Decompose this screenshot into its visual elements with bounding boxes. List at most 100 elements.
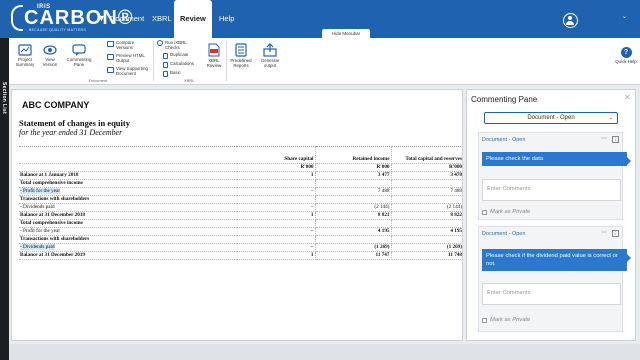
table-row[interactable]: - Dividends paid – (1 269) (1 269) (19, 243, 462, 252)
table-row[interactable]: Balance at 1 January 2018 1 3 477 3 478 (19, 171, 462, 180)
table-row[interactable]: Transactions with shareholders (19, 195, 462, 204)
view-version-button[interactable]: View Version (39, 44, 61, 67)
comment-input[interactable]: Enter Comments (482, 179, 621, 201)
unit-total: R'000 (391, 163, 462, 172)
more-options-icon[interactable]: ⋯ (601, 229, 607, 236)
table-row[interactable]: - Profit for the year –7 488 7 488 (19, 187, 462, 196)
close-icon[interactable]: ✕ (624, 93, 631, 102)
help-icon: ? (620, 47, 632, 58)
commenting-pane-button[interactable]: Commenting Pane (65, 44, 93, 67)
predefined-reports-button[interactable]: Predefined Reports (228, 43, 254, 68)
comment-card: Document - Open ⋯ ⋮ Please check the dat… (478, 132, 631, 220)
basic-button[interactable]: Basic (163, 70, 193, 77)
retained-income-value: (1 269) (315, 243, 392, 252)
total-value (391, 219, 462, 228)
comment-menu-icon[interactable]: ⋮ (612, 136, 619, 143)
share-capital-value: – (237, 243, 316, 252)
more-options-icon[interactable]: ⋯ (601, 135, 607, 142)
xbrl-review-button[interactable]: XBRL Review (205, 43, 223, 68)
table-row[interactable]: Transactions with shareholders (19, 235, 462, 244)
menu-caret-icon[interactable]: ▼ (97, 13, 106, 23)
row-label: - Dividends paid (19, 203, 237, 212)
preview-html-button[interactable]: Preview HTML Output (107, 53, 147, 63)
private-checkbox[interactable] (482, 317, 487, 323)
calculations-label: Calculations (170, 61, 194, 66)
comment-icon (72, 44, 86, 56)
checkbox-icon (163, 70, 168, 77)
compare-versions-button[interactable]: Compare Versions (107, 40, 147, 50)
section-list-strip[interactable]: Section List (0, 38, 9, 360)
column-header-total: Total capital and reserves (391, 146, 462, 164)
equity-table: Share capital Retained income Total capi… (19, 146, 462, 260)
view-supporting-document-button[interactable]: View Supporting Document (107, 66, 151, 76)
logo-bracket-shape (11, 5, 23, 31)
table-row[interactable]: Balance at 31 December 2018 1 8 821 8 822 (19, 211, 462, 220)
tab-help[interactable]: Help (217, 0, 236, 38)
retained-income-value: 7 488 (315, 187, 392, 196)
table-row[interactable]: Total comprehensive income (19, 179, 462, 188)
duplicate-button[interactable]: Duplicate (163, 52, 193, 59)
comment-menu-icon[interactable]: ⋮ (612, 230, 619, 237)
ixbrl-checks-icon (157, 40, 163, 46)
calculations-button[interactable]: Calculations (163, 61, 199, 68)
reports-icon (235, 43, 247, 57)
generate-output-button[interactable]: Generate output (257, 43, 283, 68)
mark-private-toggle[interactable]: Mark as Private (482, 209, 530, 215)
review-ribbon: Project Summary View Version Commenting … (9, 38, 640, 85)
retained-income-value: 11 747 (315, 251, 392, 260)
supporting-document-icon (107, 66, 114, 73)
row-label: Balance at 31 December 2018 (19, 211, 237, 220)
tab-document[interactable]: Document (108, 0, 146, 38)
preview-html-label: Preview HTML Output (116, 53, 145, 63)
mark-private-label: Mark as Private (490, 317, 531, 323)
share-capital-value (237, 179, 316, 188)
table-row[interactable]: - Profit for the year –4 195 4 195 (19, 227, 462, 236)
tab-xbrl[interactable]: XBRL (150, 0, 174, 38)
document-canvas[interactable]: ABC COMPANY Statement of changes in equi… (11, 89, 463, 341)
column-header-share-capital: Share capital (237, 146, 316, 164)
highlighted-text[interactable]: - Profit for the year (20, 188, 61, 194)
table-row[interactable]: Balance at 31 December 2019 1 11 747 11 748 (19, 251, 462, 260)
comment-message: Please check the data (482, 152, 631, 166)
row-label: Balance at 31 December 2019 (19, 251, 237, 260)
chevron-down-icon: ⌄ (608, 115, 613, 121)
project-summary-icon (18, 44, 32, 56)
share-capital-value: – (237, 203, 316, 212)
account-chevron-down-icon[interactable]: ⌄ (622, 13, 627, 20)
table-row[interactable]: Total comprehensive income (19, 219, 462, 228)
private-checkbox[interactable] (482, 209, 487, 215)
run-ixbrl-checks-button[interactable]: Run iXBRL Checks (157, 40, 189, 50)
comment-input[interactable]: Enter Comments (482, 283, 621, 305)
quick-help-button[interactable]: ? Quick Help (615, 47, 637, 64)
share-capital-value: 1 (237, 251, 316, 260)
share-capital-value: 1 (237, 211, 316, 220)
comment-status: Document - Open (482, 137, 526, 143)
generate-output-label: Generate output (260, 58, 280, 68)
comment-filter-value: Document - Open (527, 115, 575, 121)
project-summary-button[interactable]: Project Summary (13, 44, 37, 67)
retained-income-value (315, 195, 392, 204)
total-value (391, 195, 462, 204)
total-value: (1 269) (391, 243, 462, 252)
comment-status: Document - Open (482, 231, 526, 237)
retained-income-value: 4 195 (315, 227, 392, 236)
highlighted-text[interactable]: - Dividends paid (20, 244, 55, 250)
ixbrl-checks-label: Run iXBRL Checks (165, 40, 187, 50)
row-label: Transactions with shareholders (19, 195, 237, 204)
row-label: Total comprehensive income (19, 179, 237, 188)
duplicate-label: Duplicate (170, 52, 189, 57)
total-value: 4 195 (391, 227, 462, 236)
quick-help-label: Quick Help (615, 59, 637, 64)
duplicate-icon (163, 52, 168, 59)
mark-private-toggle[interactable]: Mark as Private (482, 317, 530, 323)
iris-carbon-logo[interactable]: IRIS CARBON® BECAUSE QUALITY MATTERS (6, 3, 133, 35)
total-value: 7 488 (391, 187, 462, 196)
section-list-label[interactable]: Section List (1, 82, 7, 114)
comment-filter-select[interactable]: Document - Open ⌄ (484, 112, 618, 124)
html-preview-icon (107, 53, 114, 60)
view-supporting-label: View Supporting Document (116, 66, 148, 76)
table-row[interactable]: - Dividends paid – (2 144) (2 144) (19, 203, 462, 212)
user-account-icon[interactable] (563, 13, 578, 28)
tab-review[interactable]: Review (174, 0, 212, 38)
row-label: Balance at 1 January 2018 (19, 171, 237, 180)
